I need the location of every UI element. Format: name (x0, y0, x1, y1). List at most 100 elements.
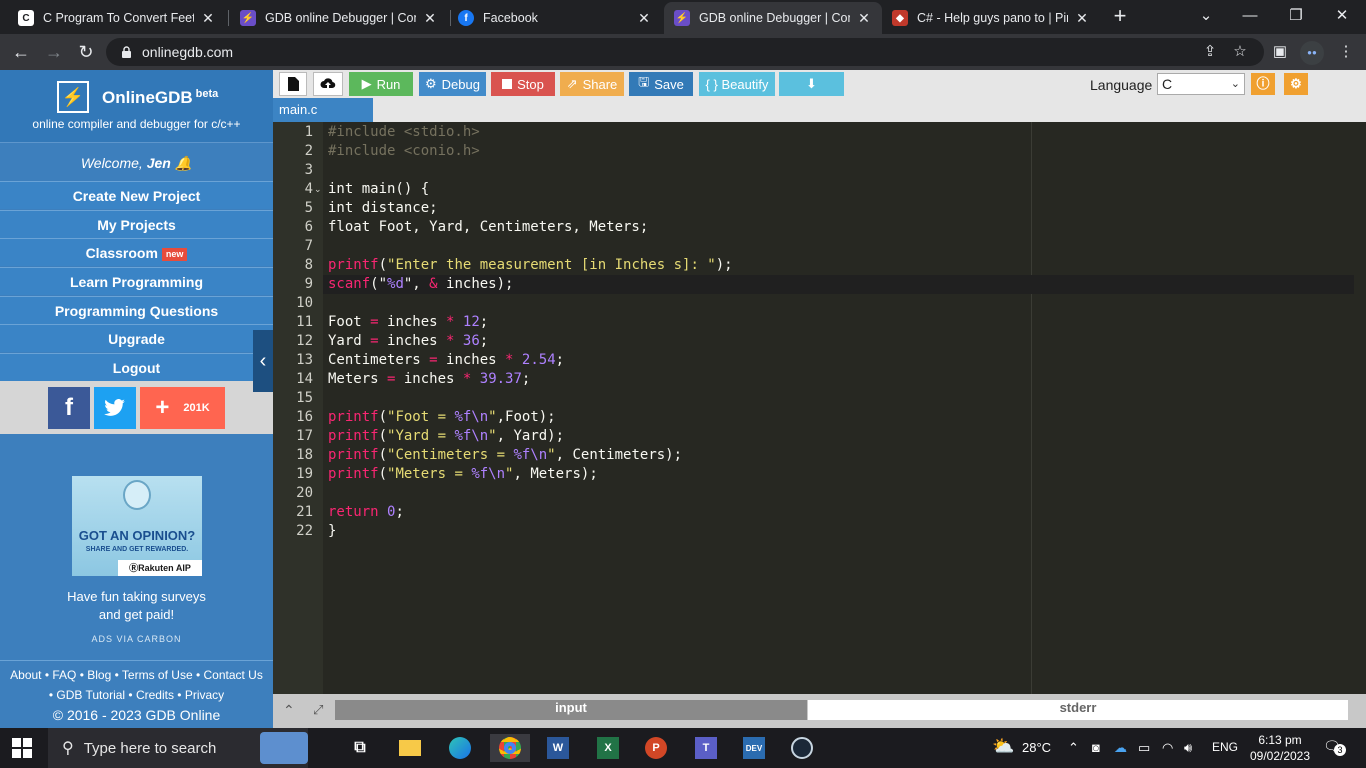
brand-header[interactable]: ⚡ OnlineGDB beta online compiler and debu… (0, 70, 273, 142)
weather-temp[interactable]: 28°C (1022, 740, 1051, 755)
twitter-share-icon[interactable] (94, 387, 136, 429)
close-icon[interactable]: ✕ (422, 10, 438, 27)
code-line[interactable]: printf("Enter the measurement [in Inches… (328, 256, 733, 275)
bookmark-star-icon[interactable]: ☆ (1230, 42, 1250, 62)
task-view-icon[interactable]: ⧉ (346, 734, 374, 762)
reload-button[interactable]: ↻ (74, 40, 98, 64)
tab-search-chevron-icon[interactable]: ⌄ (1192, 4, 1220, 28)
menu-create-new-project[interactable]: Create New Project (0, 181, 273, 209)
code-line[interactable]: printf("Yard = %f\n", Yard); (328, 427, 564, 446)
run-button[interactable]: ▶ Run (349, 72, 413, 96)
code-line[interactable]: #include <stdio.h> (328, 123, 480, 142)
beautify-button[interactable]: { } Beautify (699, 72, 775, 96)
collapse-sidebar-chevron-left-icon[interactable]: ‹ (253, 330, 273, 392)
upload-button[interactable] (313, 72, 343, 96)
minimize-button[interactable]: — (1236, 4, 1264, 28)
battery-icon[interactable]: ▭ (1138, 740, 1150, 756)
code-line[interactable]: printf("Meters = %f\n", Meters); (328, 465, 598, 484)
menu-logout[interactable]: Logout (0, 353, 273, 381)
bell-icon[interactable]: 🔔 (175, 155, 192, 171)
menu-programming-questions[interactable]: Programming Questions (0, 296, 273, 324)
file-tab-main-c[interactable]: main.c (273, 98, 373, 122)
camera-icon[interactable]: ◙ (1092, 740, 1100, 755)
close-icon[interactable]: ✕ (636, 10, 652, 27)
tab-input[interactable]: input (335, 700, 807, 720)
code-line[interactable]: printf("Foot = %f\n",Foot); (328, 408, 556, 427)
side-panel-icon[interactable]: ▣ (1270, 42, 1290, 62)
share-button[interactable]: ⇗ Share (560, 72, 624, 96)
new-tab-button[interactable]: + (1110, 5, 1130, 28)
close-icon[interactable]: ✕ (1074, 10, 1090, 27)
code-line[interactable]: } (328, 522, 336, 541)
debug-button[interactable]: ⚙ Debug (419, 72, 486, 96)
restore-button[interactable]: ❐ (1282, 4, 1310, 28)
input-language[interactable]: ENG (1212, 740, 1238, 754)
browser-tab-4[interactable]: ◆ C# - Help guys pano to | Pino ✕ (882, 2, 1100, 34)
steam-icon[interactable] (788, 734, 816, 762)
language-select[interactable]: C ⌄ (1157, 73, 1245, 95)
code-editor[interactable]: #include <stdio.h> #include <conio.h> int … (323, 122, 1354, 694)
close-window-button[interactable]: ✕ (1328, 4, 1356, 28)
code-line[interactable]: float Foot, Yard, Centimeters, Meters; (328, 218, 648, 237)
footer-links-1[interactable]: About • FAQ • Blog • Terms of Use • Cont… (0, 668, 273, 682)
save-button[interactable]: 🖫 Save (629, 72, 693, 96)
volume-icon[interactable]: 🔊︎ (1184, 740, 1192, 756)
close-icon[interactable]: ✕ (856, 10, 872, 27)
wifi-icon[interactable]: ◠ (1162, 740, 1173, 756)
code-line[interactable]: #include <conio.h> (328, 142, 480, 161)
info-icon[interactable]: ⓘ (1251, 73, 1275, 95)
stop-button[interactable]: Stop (491, 72, 555, 96)
file-explorer-icon[interactable] (396, 734, 424, 762)
dev-cpp-icon[interactable]: DEV (740, 734, 768, 762)
code-line[interactable]: Foot = inches * 12; (328, 313, 488, 332)
code-line[interactable]: return 0; (328, 503, 404, 522)
chevron-up-icon[interactable]: ⌃ (1068, 740, 1079, 756)
profile-avatar[interactable]: ●● (1300, 41, 1324, 65)
menu-classroom[interactable]: Classroom new (0, 238, 273, 266)
forward-button[interactable]: → (42, 40, 66, 64)
tab-stderr[interactable]: stderr (808, 700, 1348, 720)
menu-learn-programming[interactable]: Learn Programming (0, 267, 273, 295)
code-line[interactable]: scanf("%d", & inches); (328, 275, 513, 294)
code-line[interactable]: int main() { (328, 180, 429, 199)
edge-icon[interactable] (446, 734, 474, 762)
settings-gear-icon[interactable]: ⚙ (1284, 73, 1308, 95)
menu-kebab-icon[interactable]: ⋮ (1336, 42, 1356, 62)
code-line[interactable]: printf("Centimeters = %f\n", Centimeters… (328, 446, 682, 465)
close-icon[interactable]: ✕ (200, 10, 216, 27)
expand-chevron-up-icon[interactable]: ⌃ (283, 702, 295, 719)
windows-start-icon[interactable] (12, 738, 32, 758)
ads-via-carbon-link[interactable]: ADS VIA CARBON (0, 634, 273, 644)
chrome-icon[interactable] (490, 734, 530, 762)
ad-text[interactable]: Have fun taking surveys and get paid! (0, 588, 273, 624)
word-icon[interactable]: W (544, 734, 572, 762)
weather-icon[interactable]: ⛅ (992, 736, 1014, 757)
browser-tab-0[interactable]: C C Program To Convert Feet, Y ✕ (8, 2, 226, 34)
system-clock[interactable]: 6:13 pm 09/02/2023 (1249, 732, 1311, 764)
notification-center-icon[interactable]: 🗨 3 (1323, 738, 1346, 758)
powerpoint-icon[interactable]: P (642, 734, 670, 762)
browser-tab-3-active[interactable]: ⚡ GDB online Debugger | Comp ✕ (664, 2, 882, 34)
menu-upgrade[interactable]: Upgrade (0, 324, 273, 352)
code-fold-chevron-icon[interactable]: ⌄ (314, 180, 322, 199)
carbon-ad-image[interactable]: GOT AN OPINION? SHARE AND GET REWARDED. … (72, 476, 202, 576)
addthis-share-button[interactable]: + 201K (140, 387, 225, 429)
download-button[interactable]: ⬇ (779, 72, 844, 96)
taskbar-search-box[interactable]: ⚲ Type here to search (48, 728, 308, 768)
teams-icon[interactable]: T (692, 734, 720, 762)
menu-my-projects[interactable]: My Projects (0, 210, 273, 238)
new-file-button[interactable] (279, 72, 307, 96)
editor-scrollbar[interactable] (1354, 122, 1366, 694)
facebook-share-icon[interactable]: f (48, 387, 90, 429)
code-line[interactable]: int distance; (328, 199, 438, 218)
browser-tab-2[interactable]: f Facebook ✕ (448, 2, 662, 34)
address-bar[interactable]: onlinegdb.com (106, 38, 1264, 66)
onedrive-icon[interactable]: ☁ (1114, 740, 1127, 756)
footer-links-2[interactable]: • GDB Tutorial • Credits • Privacy (0, 688, 273, 702)
code-line[interactable]: Meters = inches * 39.37; (328, 370, 530, 389)
back-button[interactable]: ← (9, 40, 33, 64)
fullscreen-icon[interactable]: ⤢ (313, 702, 323, 718)
code-line[interactable]: Yard = inches * 36; (328, 332, 488, 351)
browser-tab-1[interactable]: ⚡ GDB online Debugger | Comp ✕ (230, 2, 448, 34)
share-icon[interactable]: ⇪ (1200, 42, 1220, 62)
